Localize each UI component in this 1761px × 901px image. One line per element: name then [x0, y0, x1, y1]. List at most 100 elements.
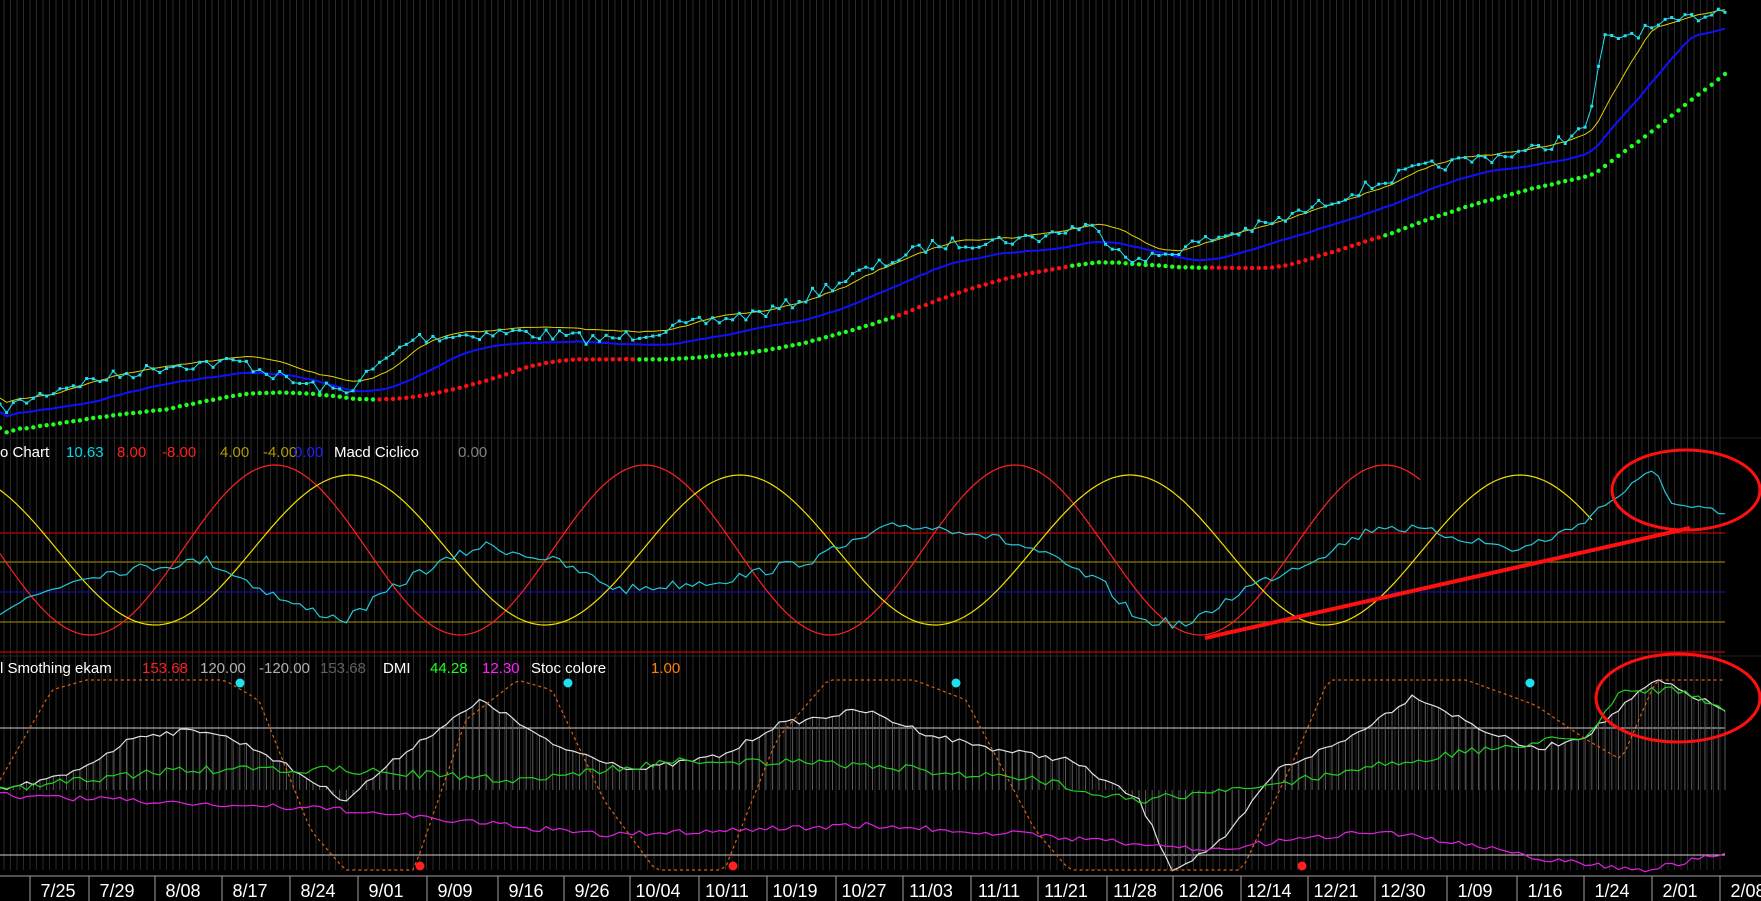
price-bar	[1257, 219, 1261, 223]
price-bar	[1064, 231, 1068, 235]
ma-dot	[77, 418, 83, 423]
ma-dot	[430, 391, 436, 396]
price-bar	[671, 323, 675, 327]
ma-dot	[17, 426, 23, 431]
price-bar	[1543, 148, 1547, 152]
ma-dot	[1576, 176, 1581, 181]
ma-dot	[936, 297, 942, 302]
price-bar	[637, 336, 641, 340]
ma-dot	[1702, 87, 1708, 92]
ma-dot	[923, 302, 928, 308]
price-bar	[591, 334, 595, 338]
price-bar	[1550, 147, 1554, 151]
price-bar	[844, 280, 848, 283]
price-bar	[1363, 180, 1367, 184]
ma-dot	[484, 378, 489, 383]
price-bar	[1523, 149, 1527, 153]
price-bar	[1303, 211, 1307, 215]
ma-dot	[151, 408, 156, 413]
x-tick-label: 9/01	[368, 881, 403, 901]
price-bar	[0, 402, 2, 406]
ma-dot	[0, 425, 3, 431]
price-bar	[804, 300, 808, 304]
price-bar	[1590, 104, 1594, 108]
ma-dot	[577, 357, 582, 362]
price-bar	[737, 311, 741, 315]
price-bar	[877, 258, 881, 262]
x-tick-label: 1/16	[1527, 881, 1562, 901]
ma-dot	[1476, 200, 1481, 206]
price-bar	[651, 334, 655, 338]
price-bar	[1450, 158, 1454, 162]
ma-dot	[563, 358, 569, 363]
price-bar	[171, 365, 175, 369]
ma-dot	[164, 407, 169, 412]
ma-dot	[803, 340, 809, 345]
ma-dot	[823, 335, 829, 340]
ma-dot	[790, 343, 795, 348]
price-bar	[1616, 37, 1620, 40]
ma-dot	[1349, 243, 1355, 248]
price-bar	[118, 375, 122, 379]
price-bar	[1204, 235, 1207, 239]
ma-dot	[1256, 265, 1262, 271]
ma-dot	[1296, 260, 1301, 265]
price-bar	[5, 411, 9, 415]
price-bar	[604, 333, 608, 337]
price-bar	[1397, 168, 1401, 172]
price-bar	[351, 389, 355, 393]
x-tick-label: 7/29	[99, 881, 134, 901]
x-tick-label: 12/06	[1178, 881, 1223, 901]
price-bar	[577, 331, 581, 335]
price-bar	[864, 265, 868, 269]
price-bar	[1177, 253, 1181, 256]
ma-dot	[530, 363, 535, 368]
ma-dot	[703, 354, 709, 359]
price-bar	[704, 322, 708, 326]
price-bar	[1190, 239, 1194, 243]
x-tick-label: 8/08	[165, 881, 200, 901]
price-bar	[324, 381, 328, 385]
ma-dot	[1689, 97, 1694, 102]
ma-dot	[11, 428, 16, 433]
price-bar	[1483, 155, 1487, 159]
ma-dot	[1249, 265, 1255, 271]
price-bar	[711, 316, 715, 320]
ma-dot	[717, 353, 722, 358]
ma-dot	[57, 421, 63, 426]
price-bar	[1270, 222, 1274, 226]
ma-dot	[1343, 245, 1348, 251]
price-bar	[258, 368, 262, 372]
legend-entry: 153.68	[142, 660, 188, 677]
price-bar	[1317, 198, 1321, 202]
price-bar	[158, 371, 162, 374]
price-bar	[657, 333, 661, 337]
ma-dot	[1363, 239, 1368, 244]
ma-dot	[124, 411, 129, 416]
ma-dot	[450, 387, 456, 392]
ma-dot	[777, 345, 782, 351]
price-bar	[364, 369, 368, 373]
price-bar	[1703, 15, 1707, 19]
x-tick-label: 2/08	[1730, 881, 1761, 901]
price-bar	[1670, 16, 1674, 19]
price-bar	[784, 298, 788, 302]
price-bar	[924, 250, 928, 254]
ma-dot	[570, 357, 575, 362]
price-bar	[205, 360, 208, 363]
ma-dot	[1110, 260, 1115, 265]
legend-entry: 4.00	[220, 444, 250, 461]
price-bar	[1423, 161, 1427, 165]
ma-dot	[843, 329, 848, 335]
ma-dot	[1176, 265, 1182, 270]
ma-dot	[171, 405, 176, 411]
price-bar	[1537, 144, 1540, 147]
ma-dot	[1463, 204, 1468, 210]
price-bar	[1577, 127, 1580, 131]
price-bar	[1350, 193, 1354, 197]
price-bar	[791, 306, 795, 310]
price-bar	[1017, 236, 1021, 240]
stoc-signal-dot	[951, 678, 961, 688]
ma-dot	[1309, 256, 1315, 261]
price-bar	[1517, 149, 1520, 153]
